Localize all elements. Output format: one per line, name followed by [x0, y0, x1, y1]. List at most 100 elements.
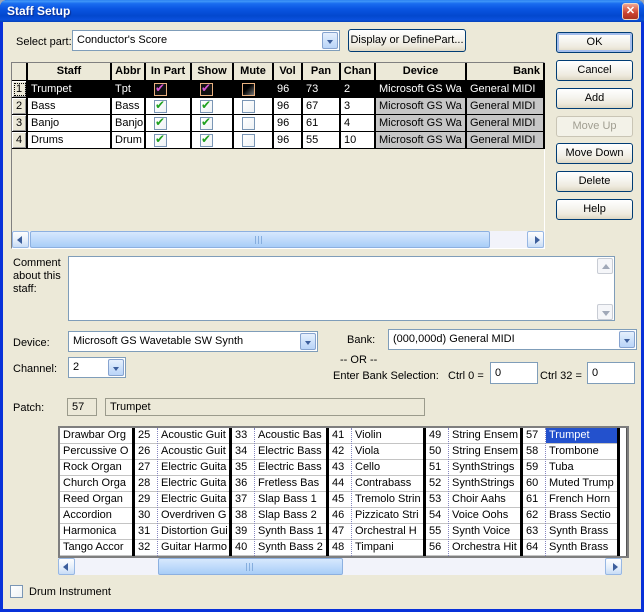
device-cell[interactable]: Microsoft GS Wa — [376, 81, 467, 98]
patch-name[interactable]: Accordion — [60, 508, 132, 524]
delete-button[interactable]: Delete — [556, 171, 633, 192]
patch-name[interactable]: Orchestral H — [352, 524, 423, 540]
table-row[interactable]: 1TrumpetTpt✔✔96732Microsoft GS WaGeneral… — [12, 81, 544, 98]
bank-combobox[interactable]: (000,000d) General MIDI — [388, 329, 637, 350]
in_part-cell[interactable]: ✔ — [146, 115, 192, 132]
show-cell[interactable]: ✔ — [192, 81, 234, 98]
bank-cell[interactable]: General MIDI — [467, 98, 545, 115]
patch-number[interactable]: 53 — [426, 492, 448, 508]
patch-name[interactable]: Choir Aahs — [449, 492, 520, 508]
patch-name[interactable]: Acoustic Guit — [158, 428, 229, 444]
patch-name[interactable]: Muted Trump — [546, 476, 617, 492]
patch-name[interactable]: Voice Oohs — [449, 508, 520, 524]
in_part-checkbox[interactable]: ✔ — [154, 134, 167, 147]
chevron-down-icon[interactable] — [108, 359, 124, 376]
patch-name[interactable]: Orchestra Hit — [449, 540, 520, 556]
bank-cell[interactable]: General MIDI — [467, 115, 545, 132]
table-row[interactable]: 4DrumsDrum✔✔965510Microsoft GS WaGeneral… — [12, 132, 544, 149]
patch-name[interactable]: Church Orga — [60, 476, 132, 492]
in_part-checkbox[interactable]: ✔ — [154, 83, 167, 96]
patch-name[interactable]: Trumpet — [546, 428, 617, 444]
patch-number[interactable]: 43 — [329, 460, 351, 476]
in_part-checkbox[interactable]: ✔ — [154, 100, 167, 113]
table-row[interactable]: 2BassBass✔✔96673Microsoft GS WaGeneral M… — [12, 98, 544, 115]
scroll-left-icon[interactable] — [12, 231, 29, 248]
patch-name[interactable]: Fretless Bas — [255, 476, 326, 492]
patch-grid-hscrollbar-thumb[interactable] — [158, 558, 343, 575]
patch-name[interactable]: Slap Bass 2 — [255, 508, 326, 524]
row-number-cell[interactable]: 2 — [12, 98, 28, 115]
staff-cell[interactable]: Bass — [28, 98, 112, 115]
patch-number[interactable]: 36 — [232, 476, 254, 492]
patch-number[interactable]: 25 — [135, 428, 157, 444]
pan-cell[interactable]: 55 — [303, 132, 341, 149]
patch-name[interactable]: Synth Bass 1 — [255, 524, 326, 540]
patch-number[interactable]: 29 — [135, 492, 157, 508]
patch-name[interactable]: Cello — [352, 460, 423, 476]
patch-name[interactable]: Synth Voice — [449, 524, 520, 540]
patch-name[interactable]: Percussive O — [60, 444, 132, 460]
patch-number[interactable]: 37 — [232, 492, 254, 508]
patch-name[interactable]: String Ensem — [449, 444, 520, 460]
patch-number[interactable]: 54 — [426, 508, 448, 524]
staff-cell[interactable]: Trumpet — [28, 81, 112, 98]
patch-number[interactable]: 34 — [232, 444, 254, 460]
scroll-right-icon[interactable] — [527, 231, 544, 248]
staff-table-hscrollbar-thumb[interactable] — [30, 231, 490, 248]
patch-name[interactable]: Slap Bass 1 — [255, 492, 326, 508]
patch-name[interactable]: Drawbar Org — [60, 428, 132, 444]
patch-number[interactable]: 55 — [426, 524, 448, 540]
device-cell[interactable]: Microsoft GS Wa — [376, 115, 467, 132]
scroll-right-icon[interactable] — [605, 558, 622, 575]
chevron-down-icon[interactable] — [619, 331, 635, 348]
patch-name[interactable]: Guitar Harmo — [158, 540, 229, 556]
in_part-cell[interactable]: ✔ — [146, 132, 192, 149]
scroll-left-icon[interactable] — [58, 558, 75, 575]
patch-number[interactable]: 39 — [232, 524, 254, 540]
patch-name[interactable]: Trombone — [546, 444, 617, 460]
patch-name[interactable]: Electric Guita — [158, 476, 229, 492]
drum-instrument-checkbox[interactable] — [10, 585, 23, 598]
pan-cell[interactable]: 67 — [303, 98, 341, 115]
patch-name[interactable]: Synth Brass — [546, 540, 617, 556]
mute-cell[interactable] — [234, 115, 274, 132]
patch-name[interactable]: French Horn — [546, 492, 617, 508]
show-cell[interactable]: ✔ — [192, 115, 234, 132]
patch-number[interactable]: 51 — [426, 460, 448, 476]
select-part-combobox[interactable]: Conductor's Score — [72, 30, 340, 51]
device-cell[interactable]: Microsoft GS Wa — [376, 132, 467, 149]
device-cell[interactable]: Microsoft GS Wa — [376, 98, 467, 115]
patch-number[interactable]: 61 — [523, 492, 545, 508]
move-down-button[interactable]: Move Down — [556, 143, 633, 164]
patch-number[interactable]: 30 — [135, 508, 157, 524]
in_part-checkbox[interactable]: ✔ — [154, 117, 167, 130]
patch-number[interactable]: 40 — [232, 540, 254, 556]
abbr-cell[interactable]: Tpt — [112, 81, 146, 98]
vol-cell[interactable]: 96 — [274, 132, 303, 149]
patch-number[interactable]: 64 — [523, 540, 545, 556]
show-checkbox[interactable]: ✔ — [200, 100, 213, 113]
abbr-cell[interactable]: Banjo — [112, 115, 146, 132]
patch-number[interactable]: 49 — [426, 428, 448, 444]
mute-checkbox[interactable] — [242, 117, 255, 130]
help-button[interactable]: Help — [556, 199, 633, 220]
patch-name[interactable]: Synth Bass 2 — [255, 540, 326, 556]
chan-cell[interactable]: 3 — [341, 98, 376, 115]
mute-cell[interactable] — [234, 98, 274, 115]
row-number-cell[interactable]: 1 — [12, 81, 28, 98]
show-cell[interactable]: ✔ — [192, 98, 234, 115]
in_part-cell[interactable]: ✔ — [146, 81, 192, 98]
patch-number[interactable]: 58 — [523, 444, 545, 460]
patch-number[interactable]: 50 — [426, 444, 448, 460]
patch-name[interactable]: Rock Organ — [60, 460, 132, 476]
patch-name[interactable]: Brass Sectio — [546, 508, 617, 524]
mute-checkbox[interactable] — [242, 83, 255, 96]
patch-number[interactable]: 63 — [523, 524, 545, 540]
bank-cell[interactable]: General MIDI — [467, 81, 545, 98]
patch-name[interactable]: Reed Organ — [60, 492, 132, 508]
row-number-cell[interactable]: 4 — [12, 132, 28, 149]
pan-cell[interactable]: 73 — [303, 81, 341, 98]
staff-cell[interactable]: Banjo — [28, 115, 112, 132]
patch-number[interactable]: 27 — [135, 460, 157, 476]
show-checkbox[interactable]: ✔ — [200, 134, 213, 147]
